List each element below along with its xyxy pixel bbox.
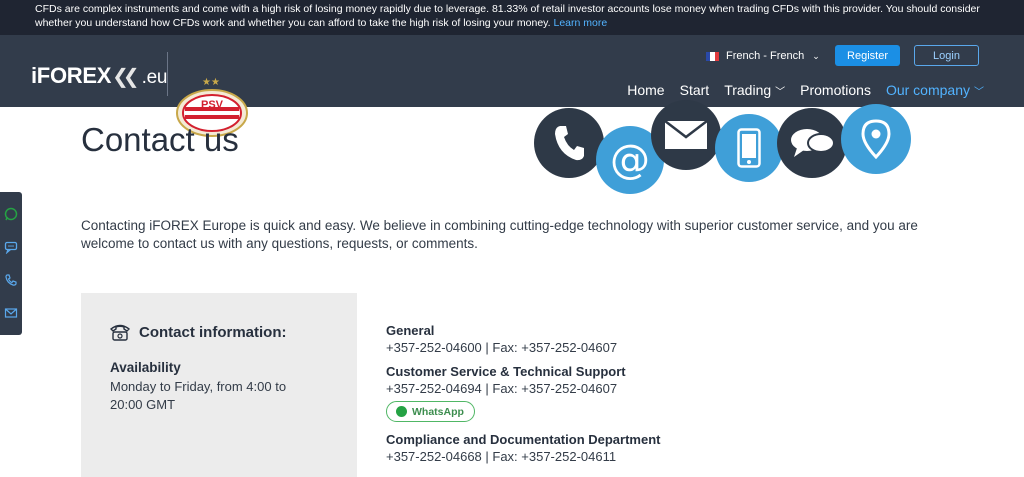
chat-icon[interactable] [4,240,18,255]
floating-contact-bar [0,192,22,335]
contact-info-title: Contact information: [139,323,287,341]
chevron-down-icon: ﹀ [974,86,984,98]
department-phone[interactable]: +357-252-04600 | Fax: +357-252-04607 [386,339,746,356]
language-label: French - French [726,50,805,62]
whatsapp-icon [396,406,407,417]
department-customer-service: Customer Service & Technical Support +35… [386,363,746,422]
logo-suffix: .eu [141,67,168,88]
logo-divider [167,52,168,96]
department-general: General +357-252-04600 | Fax: +357-252-0… [386,322,746,356]
main-nav: Home Start Trading ﹀ Promotions Our compa… [612,82,984,98]
intro-paragraph: Contacting iFOREX Europe is quick and ea… [81,218,918,251]
nav-label: Start [679,82,710,98]
department-phone[interactable]: +357-252-04694 | Fax: +357-252-04607 [386,380,746,397]
whatsapp-label: WhatsApp [412,405,464,418]
french-flag-icon [706,51,719,61]
nav-label: Our company [885,82,970,98]
chevron-down-icon: ⌄ [812,50,820,61]
chevron-down-icon: ﹀ [775,86,786,98]
contact-info-heading: Contact information: [109,323,287,341]
envelope-icon[interactable] [4,306,18,320]
iforex-logo[interactable]: iFOREX ❮❮ .eu [31,63,167,89]
nav-label: Home [627,82,665,98]
availability-label: Availability [110,360,181,375]
department-title: General [386,323,435,338]
department-title: Compliance and Documentation Department [386,432,661,447]
nav-item-promotions[interactable]: Promotions [800,82,871,98]
nav-label: Trading [724,82,772,98]
phone-icon[interactable] [4,273,18,287]
nav-item-trading[interactable]: Trading ﹀ [724,82,785,98]
department-phone[interactable]: +357-252-04668 | Fax: +357-252-04611 [386,448,746,465]
department-list: General +357-252-04600 | Fax: +357-252-0… [386,322,746,465]
nav-item-our-company[interactable]: Our company ﹀ [886,82,984,98]
department-title: Customer Service & Technical Support [386,364,626,379]
risk-warning-banner: CFDs are complex instruments and come wi… [0,0,1024,35]
mobile-icon [715,114,783,182]
phone-icon [534,108,604,178]
telephone-icon [109,324,131,341]
risk-warning-text: CFDs are complex instruments and come wi… [35,3,980,29]
availability-text: Monday to Friday, from 4:00 to 20:00 GMT [110,379,287,412]
learn-more-link[interactable]: Learn more [553,17,607,29]
whatsapp-icon[interactable] [4,207,18,221]
language-selector[interactable]: French - French ⌄ [706,50,820,62]
location-pin-icon [841,104,911,174]
contact-info-panel: Contact information: Availability Monday… [81,293,357,477]
whatsapp-button[interactable]: WhatsApp [386,401,475,422]
nav-item-home[interactable]: Home [627,82,664,98]
chat-bubbles-icon [777,108,847,178]
register-button[interactable]: Register [835,45,900,66]
page-title: Contact us [81,121,239,158]
svg-text:★★: ★★ [202,77,220,88]
contact-methods-illustration: @ [530,100,930,194]
nav-item-start[interactable]: Start [680,82,710,98]
envelope-icon [651,100,721,170]
site-header: iFOREX ❮❮ .eu ★★ PSV French - French ⌄ R… [0,35,1024,137]
psv-badge-text: PSV [201,99,224,111]
login-button[interactable]: Login [914,45,979,66]
nav-label: Promotions [800,82,871,98]
logo-text: iFOREX [31,63,112,88]
department-compliance: Compliance and Documentation Department … [386,431,746,465]
logo-chevrons-icon: ❮❮ [112,66,139,88]
